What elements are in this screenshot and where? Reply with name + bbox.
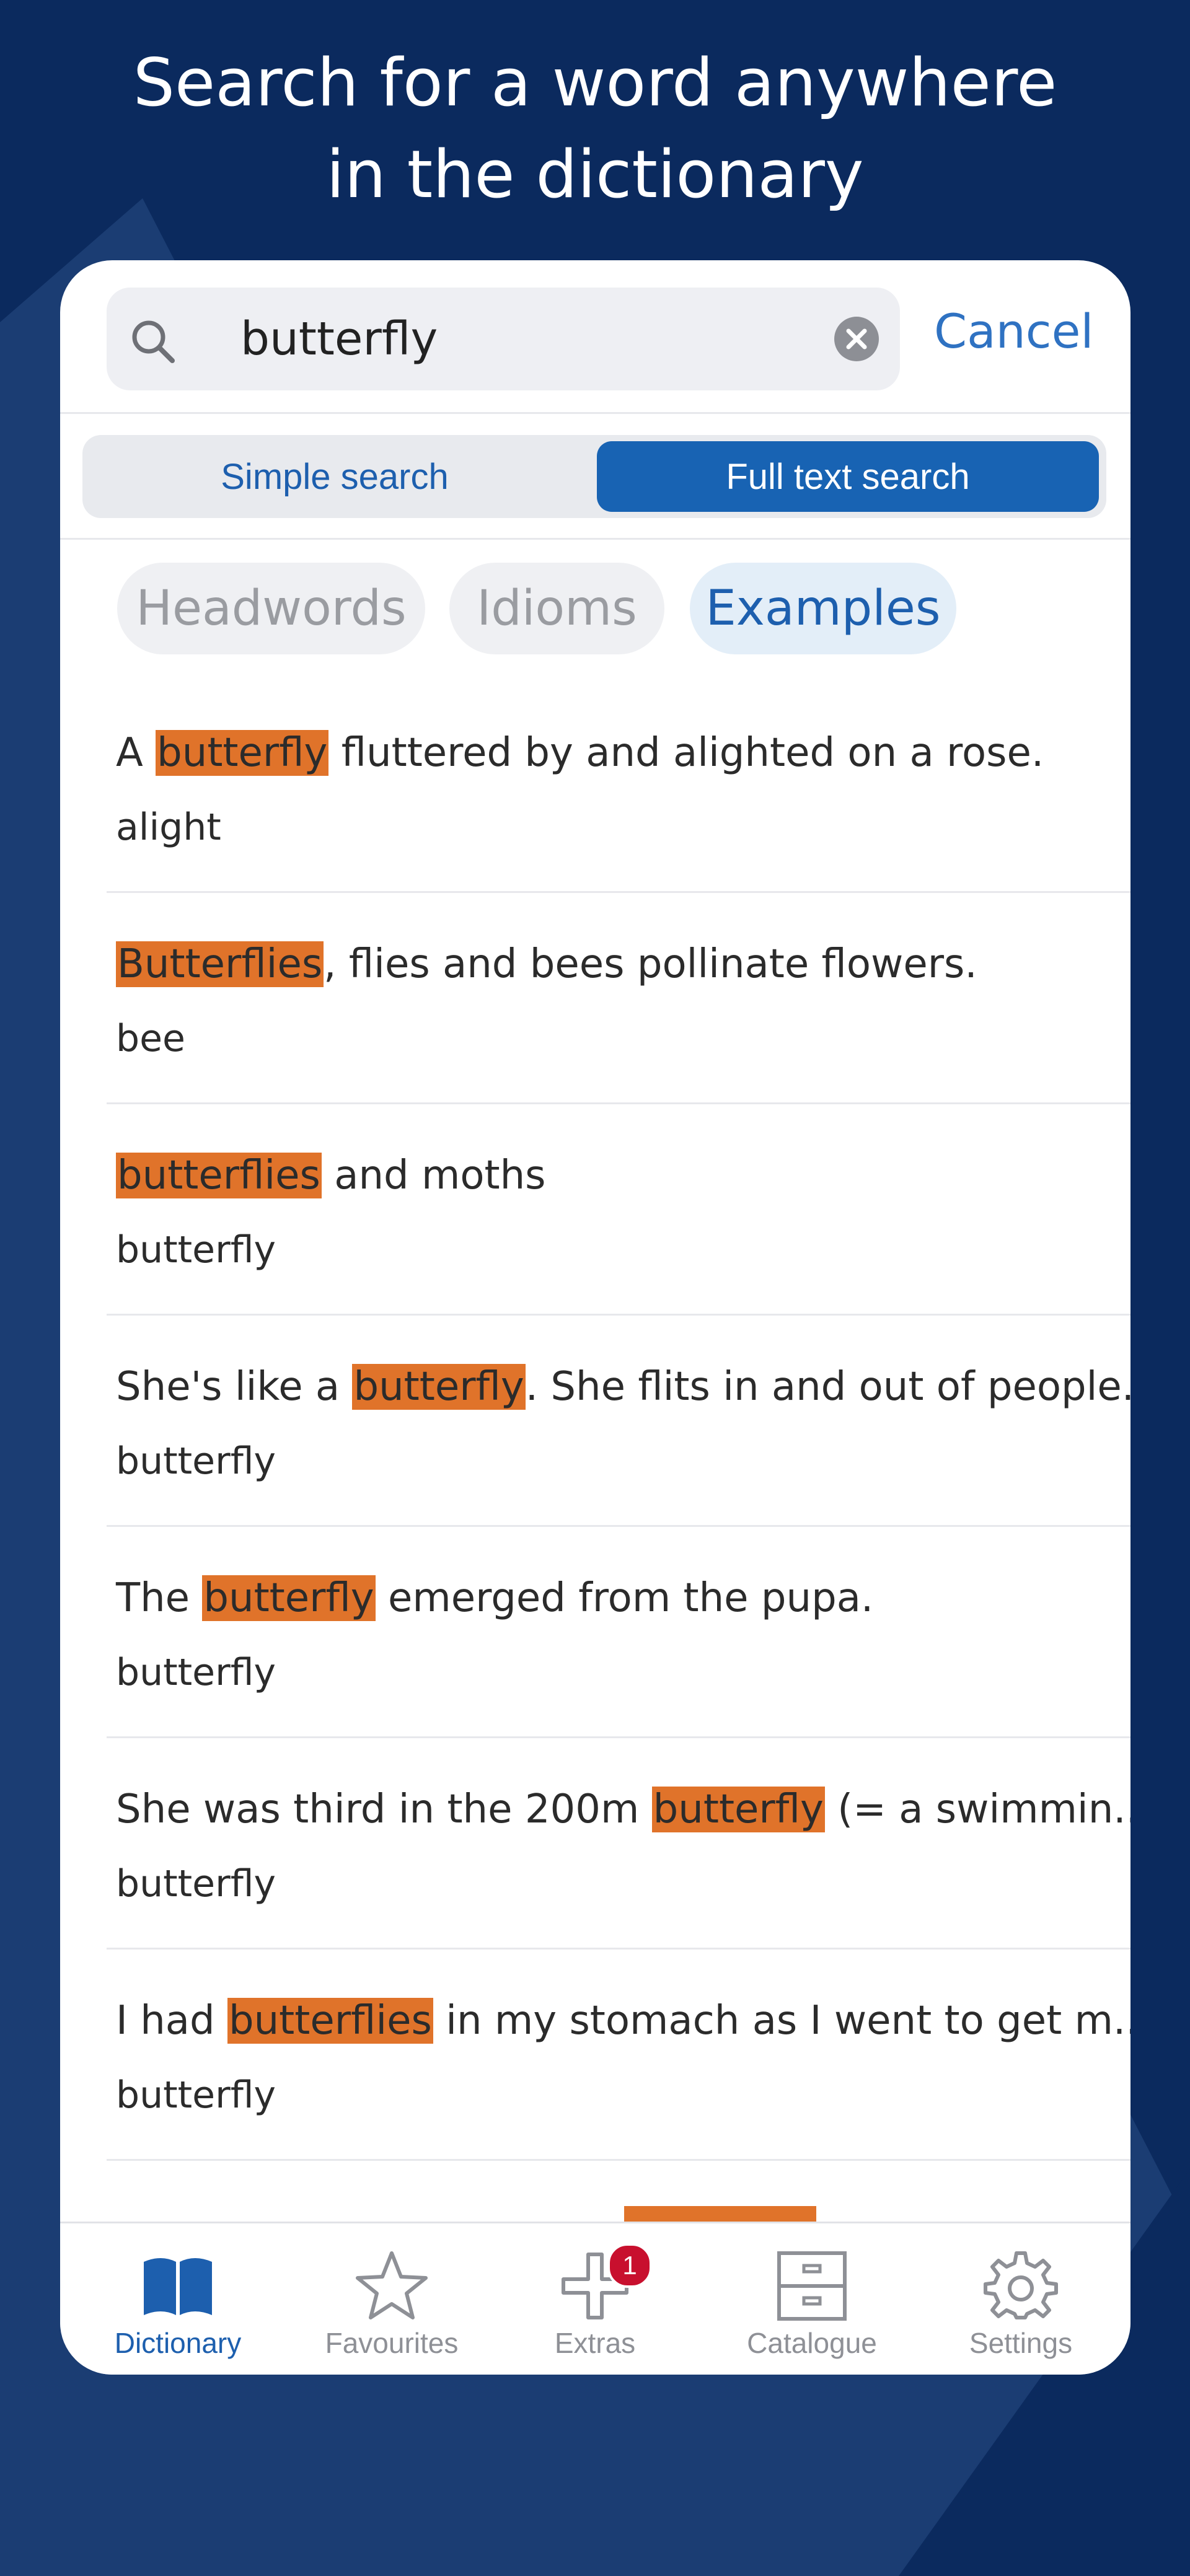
example-sentence: Butterflies, flies and bees pollinate fl… [116,941,977,987]
headword-label: butterfly [116,1651,276,1694]
filter-idioms-chip[interactable]: Idioms [449,563,664,654]
divider [60,538,1130,540]
results-list: A butterfly fluttered by and alighted on… [60,682,1130,2161]
search-icon [129,317,178,370]
match-highlight: Butterflies [116,941,324,987]
match-highlight: butterfly [202,1575,376,1621]
star-icon [299,2248,485,2323]
example-sentence: She's like a butterfly. She flits in and… [116,1364,1130,1410]
tab-favourites-label: Favourites [325,2327,459,2359]
tab-extras[interactable]: 1 Extras [502,2243,688,2372]
search-field[interactable]: butterfly [107,288,900,390]
example-sentence: The butterfly emerged from the pupa. [116,1575,874,1621]
filter-examples-chip[interactable]: Examples [690,563,956,654]
promo-line-2: in the dictionary [326,136,864,213]
search-mode-segmented-control: Simple search Full text search [82,435,1106,518]
match-highlight: butterfly [651,1787,825,1832]
divider [60,412,1130,414]
search-row: butterfly Cancel [60,260,1130,412]
example-sentence: A butterfly fluttered by and alighted on… [116,730,1044,776]
example-sentence: She was third in the 200m butterfly (= a… [116,1787,1130,1832]
list-item[interactable]: A butterfly fluttered by and alighted on… [107,682,1130,893]
cabinet-icon [719,2248,905,2323]
headword-label: alight [116,806,221,849]
cancel-button[interactable]: Cancel [934,304,1093,359]
promo-headline: Search for a word anywhere in the dictio… [0,37,1190,221]
tab-extras-label: Extras [554,2327,636,2359]
headword-label: bee [116,1017,185,1060]
book-icon [85,2248,271,2323]
headword-label: butterfly [116,1440,276,1483]
full-text-search-tab[interactable]: Full text search [597,441,1099,512]
match-highlight: butterflies [227,1998,433,2044]
headword-label: butterfly [116,2073,276,2117]
list-item[interactable]: I had butterflies in my stomach as I wen… [107,1950,1130,2161]
headword-label: butterfly [116,1862,276,1906]
example-sentence: I had butterflies in my stomach as I wen… [116,1998,1130,2044]
tab-favourites[interactable]: Favourites [299,2248,485,2372]
search-input[interactable]: butterfly [240,312,438,366]
tab-dictionary-label: Dictionary [114,2327,242,2359]
match-highlight: butterflies [116,1153,322,1198]
clear-search-icon[interactable] [833,315,880,366]
example-sentence: butterflies and moths [116,1153,546,1198]
tab-catalogue[interactable]: Catalogue [719,2248,905,2372]
match-highlight: butterfly [352,1364,526,1410]
filter-headwords-chip[interactable]: Headwords [117,563,425,654]
plus-icon: 1 [502,2243,688,2323]
tab-dictionary[interactable]: Dictionary [85,2248,271,2372]
simple-search-tab[interactable]: Simple search [90,441,580,512]
tab-bar: Dictionary Favourites 1 Extras Catalogue… [60,2222,1130,2375]
list-item[interactable]: The butterfly emerged from the pupa. but… [107,1527,1130,1738]
extras-badge: 1 [607,2243,652,2288]
list-item[interactable]: Butterflies, flies and bees pollinate fl… [107,893,1130,1104]
list-item[interactable]: She was third in the 200m butterfly (= a… [107,1738,1130,1950]
tab-catalogue-label: Catalogue [747,2327,877,2359]
list-item[interactable]: She's like a butterfly. She flits in and… [107,1316,1130,1527]
headword-label: butterfly [116,1228,276,1272]
match-highlight: butterfly [156,730,329,776]
list-item[interactable]: butterflies and moths butterfly [107,1104,1130,1316]
app-screen: butterfly Cancel Simple search Full text… [60,260,1130,2375]
tab-settings[interactable]: Settings [928,2248,1114,2372]
gear-icon [928,2248,1114,2323]
tab-settings-label: Settings [969,2327,1073,2359]
promo-line-1: Search for a word anywhere [133,45,1057,121]
